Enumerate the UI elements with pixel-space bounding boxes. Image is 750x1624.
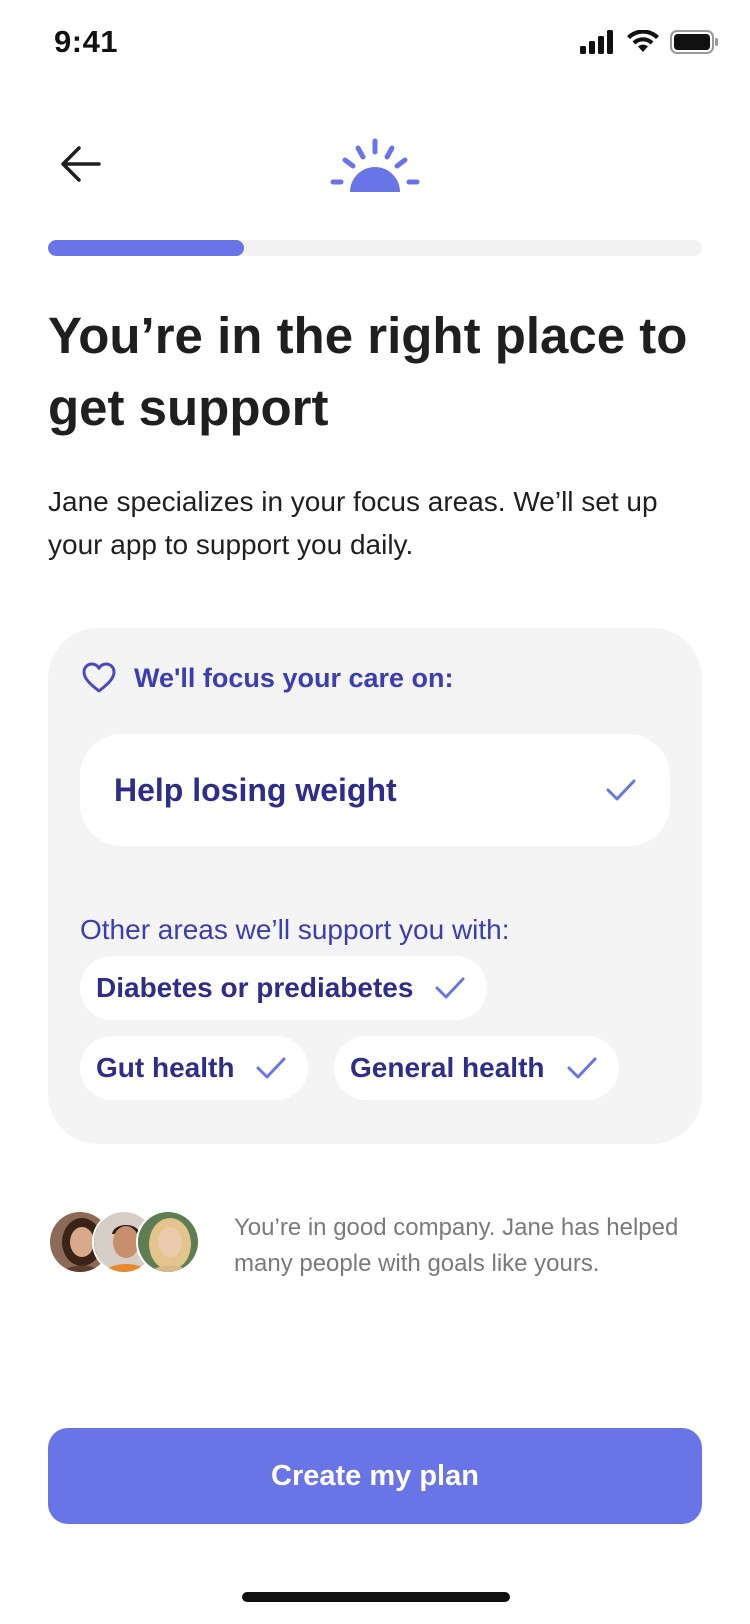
care-card-header: We'll focus your care on:: [82, 662, 454, 694]
primary-focus-item[interactable]: Help losing weight: [80, 734, 670, 846]
care-card-header-label: We'll focus your care on:: [134, 662, 454, 693]
status-icons: [580, 30, 720, 54]
progress-bar: [48, 240, 702, 256]
other-areas-label: Other areas we’ll support you with:: [80, 914, 510, 945]
area-chip-diabetes[interactable]: Diabetes or prediabetes: [80, 956, 488, 1020]
home-indicator: [242, 1592, 510, 1602]
social-proof-text: You’re in good company. Jane has helped …: [234, 1214, 679, 1277]
area-chip-label: Diabetes or prediabetes: [96, 972, 414, 1003]
check-icon: [567, 1057, 597, 1079]
page-title: You’re in the right place to get support: [48, 307, 688, 436]
sunrise-logo: [330, 138, 420, 192]
signal-icon: [580, 30, 613, 54]
progress-fill: [48, 240, 245, 256]
wifi-icon: [627, 30, 659, 52]
area-chip-general-health[interactable]: General health: [334, 1036, 619, 1100]
back-button[interactable]: [56, 140, 104, 188]
area-chip-gut-health[interactable]: Gut health: [80, 1036, 309, 1100]
arrow-left-icon: [61, 146, 101, 182]
primary-focus-label: Help losing weight: [114, 771, 397, 808]
heart-icon: [82, 662, 116, 693]
battery-icon: [670, 30, 718, 54]
create-plan-button[interactable]: Create my plan: [48, 1428, 702, 1524]
area-chip-label: General health: [350, 1052, 545, 1083]
status-bar: 9:41: [0, 0, 750, 88]
avatar-group: [48, 1210, 208, 1274]
area-chip-label: Gut health: [96, 1052, 235, 1083]
care-focus-card: We'll focus your care on: Help losing we…: [48, 628, 702, 1144]
avatar-woman-blonde: [136, 1210, 200, 1274]
check-icon: [606, 779, 636, 801]
page-subtitle: Jane specializes in your focus areas. We…: [48, 486, 658, 560]
status-time: 9:41: [54, 24, 119, 59]
check-icon: [256, 1057, 286, 1079]
check-icon: [435, 977, 465, 999]
create-plan-label: Create my plan: [271, 1459, 479, 1492]
